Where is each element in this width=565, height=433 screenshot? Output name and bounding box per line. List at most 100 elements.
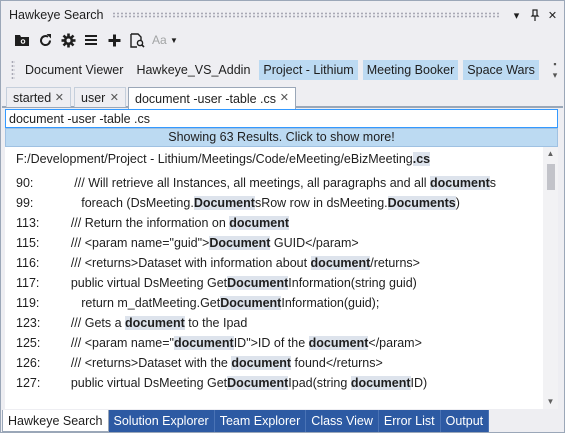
result-row[interactable]: 116: /// <returns>Dataset with informati… [16, 253, 420, 273]
bottom-tool-tabs: Hawkeye Search Solution Explorer Team Ex… [2, 410, 563, 432]
result-row[interactable]: 127: public virtual DsMeeting GetDocumen… [16, 373, 427, 393]
line-number: 117: [16, 276, 40, 290]
result-row[interactable]: 123: /// Gets a document to the Ipad [16, 313, 247, 333]
match-highlight: Documents [387, 196, 456, 210]
code-snippet: /// <param name="guid">Document GUID</pa… [50, 236, 359, 250]
result-row[interactable]: 99: foreach (DsMeeting.DocumentsRow row … [16, 193, 460, 213]
close-icon[interactable]: ✕ [545, 7, 560, 23]
refresh-icon[interactable] [35, 30, 55, 50]
path-match: .cs [412, 152, 431, 166]
filter-document-viewer[interactable]: Document Viewer [21, 60, 127, 80]
close-icon[interactable]: ✕ [55, 91, 64, 104]
window-title: Hawkeye Search [9, 8, 104, 22]
code-snippet: return m_datMeeting.GetDocumentInformati… [50, 296, 379, 310]
tab-team-explorer[interactable]: Team Explorer [214, 410, 307, 432]
match-highlight: Document [227, 376, 289, 390]
code-text: return m_datMeeting.Get [50, 296, 221, 310]
code-text: /// <returns>Dataset with the [50, 356, 232, 370]
code-text: </param> [368, 336, 422, 350]
code-text: to the Ipad [184, 316, 248, 330]
toolbar: Aa ▼ [2, 28, 563, 52]
result-row[interactable]: 125: /// <param name="documentID">ID of … [16, 333, 422, 353]
code-text: Information(string guid) [288, 276, 417, 290]
tab-output[interactable]: Output [440, 410, 490, 432]
filter-meeting-booker[interactable]: Meeting Booker [362, 60, 459, 80]
code-text: public virtual DsMeeting Get [50, 376, 228, 390]
add-icon[interactable] [104, 30, 124, 50]
tab-user[interactable]: user ✕ [74, 87, 126, 107]
code-snippet: /// Gets a document to the Ipad [50, 316, 247, 330]
code-text: public virtual DsMeeting Get [50, 276, 228, 290]
match-highlight: document [350, 376, 411, 390]
filter-hawkeye-vs-addin[interactable]: Hawkeye_VS_Addin [132, 60, 254, 80]
match-highlight: document [308, 336, 369, 350]
close-icon[interactable]: ✕ [110, 91, 119, 104]
line-number: 90: [16, 176, 34, 190]
code-snippet: /// <param name="documentID">ID of the d… [50, 336, 422, 350]
open-folder-icon[interactable] [12, 30, 32, 50]
code-text: ) [455, 196, 460, 210]
tab-error-list[interactable]: Error List [378, 410, 441, 432]
line-number: 113: [16, 216, 40, 230]
match-highlight: document [231, 356, 292, 370]
code-text: Information(guid); [281, 296, 380, 310]
tab-document-user-table-cs[interactable]: document -user -table .cs ✕ [128, 87, 296, 109]
tab-started[interactable]: started ✕ [6, 87, 71, 107]
pin-icon[interactable] [527, 7, 542, 23]
result-row[interactable]: 90: /// Will retrieve all Instances, all… [16, 173, 496, 193]
result-row[interactable]: 113: /// Return the information on docum… [16, 213, 289, 233]
search-results-list: F:/Development/Project - Lithium/Meeting… [5, 147, 558, 409]
match-highlight: Document [220, 296, 282, 310]
tab-solution-explorer[interactable]: Solution Explorer [108, 410, 215, 432]
project-filter-bar: Document Viewer Hawkeye_VS_Addin Project… [2, 56, 563, 84]
code-text: /// Will retrieve all Instances, all mee… [50, 176, 431, 190]
vertical-scrollbar[interactable]: ▲ ▼ [543, 147, 558, 409]
find-in-document-icon[interactable] [127, 30, 147, 50]
tab-class-view[interactable]: Class View [306, 410, 379, 432]
list-icon[interactable] [81, 30, 101, 50]
scroll-down-icon[interactable]: ▼ [543, 395, 558, 409]
scroll-up-icon[interactable]: ▲ [543, 147, 558, 161]
code-snippet: /// <returns>Dataset with information ab… [50, 256, 420, 270]
result-row[interactable]: 115: /// <param name="guid">Document GUI… [16, 233, 359, 253]
line-number: 123: [16, 316, 41, 330]
chevron-down-icon: ▼ [170, 35, 178, 45]
line-number: 116: [16, 256, 40, 270]
scrollbar-thumb[interactable] [547, 164, 555, 190]
line-number: 115: [16, 236, 40, 250]
drag-grip[interactable] [111, 12, 501, 18]
code-text: /// <param name=" [50, 336, 174, 350]
close-icon[interactable]: ✕ [280, 91, 289, 104]
result-row[interactable]: 126: /// <returns>Dataset with the docum… [16, 353, 383, 373]
toolbar-overflow-icon[interactable]: ▪ ▾ [550, 59, 560, 81]
match-highlight: document [310, 256, 371, 270]
result-row[interactable]: 119: return m_datMeeting.GetDocumentInfo… [16, 293, 379, 313]
filter-space-wars[interactable]: Space Wars [463, 60, 539, 80]
match-highlight: document [173, 336, 234, 350]
match-highlight: document [430, 176, 490, 190]
code-text: sRow row in dsMeeting. [254, 196, 388, 210]
line-number: 119: [16, 296, 40, 310]
line-number: 99: [16, 196, 34, 210]
show-more-results-banner[interactable]: Showing 63 Results. Click to show more! [5, 128, 558, 147]
result-row[interactable]: 117: public virtual DsMeeting GetDocumen… [16, 273, 417, 293]
tab-label: document -user -table .cs [135, 91, 277, 106]
filter-bar-grip[interactable] [11, 60, 15, 80]
match-highlight: Document [209, 236, 271, 250]
code-text: found</returns> [291, 356, 383, 370]
hawkeye-search-window: Hawkeye Search ▾ ✕ Aa ▼ Document Viewer … [0, 0, 565, 433]
search-input[interactable] [5, 109, 558, 128]
dropdown-icon[interactable]: ▾ [509, 7, 524, 23]
code-snippet: /// Return the information on document [50, 216, 289, 230]
title-bar[interactable]: Hawkeye Search ▾ ✕ [2, 2, 563, 28]
tab-label: started [13, 90, 52, 105]
result-file-path[interactable]: F:/Development/Project - Lithium/Meeting… [16, 152, 431, 166]
code-text: /returns> [370, 256, 420, 270]
code-snippet: /// Will retrieve all Instances, all mee… [50, 176, 496, 190]
settings-gear-icon[interactable] [58, 30, 78, 50]
filter-project-lithium[interactable]: Project - Lithium [259, 60, 358, 80]
code-text: /// <returns>Dataset with information ab… [50, 256, 311, 270]
line-number: 125: [16, 336, 41, 350]
tab-hawkeye-search[interactable]: Hawkeye Search [2, 410, 109, 432]
code-snippet: public virtual DsMeeting GetDocumentInfo… [50, 276, 417, 290]
